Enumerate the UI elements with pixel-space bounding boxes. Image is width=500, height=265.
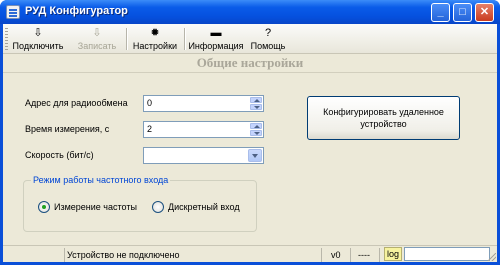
log-label: log <box>384 247 402 261</box>
close-button[interactable]: ✕ <box>475 3 494 22</box>
freq-input-mode-legend: Режим работы частотного входа <box>31 175 171 185</box>
connect-usb-icon: ⇩ <box>33 27 43 39</box>
radio-circle-icon[interactable] <box>152 201 164 213</box>
toolbar: ⇩ Подключить ⇩ Записать ✹ Настройки ▬ Ин… <box>3 24 497 54</box>
client-area: ⇩ Подключить ⇩ Записать ✹ Настройки ▬ Ин… <box>3 24 497 262</box>
minimize-icon: _ <box>437 6 444 18</box>
close-icon: ✕ <box>479 6 490 18</box>
radio-address-spinner[interactable]: 0 <box>143 95 264 112</box>
radio-address-label: Адрес для радиообмена <box>25 98 128 108</box>
write-label: Записать <box>77 41 117 51</box>
maximize-button[interactable]: □ <box>453 3 472 22</box>
minimize-button[interactable]: _ <box>431 3 450 22</box>
settings-label: Настройки <box>132 41 178 51</box>
info-chip-icon: ▬ <box>210 27 222 39</box>
radio-selected-dot-icon <box>42 205 46 209</box>
measure-time-spinner[interactable]: 2 <box>143 121 264 138</box>
status-connection: Устройство не подключено <box>67 248 322 262</box>
info-button[interactable]: ▬ Информация <box>188 26 244 52</box>
info-label: Информация <box>188 41 244 51</box>
status-bar: Устройство не подключено v0 ---- log <box>3 245 497 262</box>
measure-time-value: 2 <box>147 124 153 134</box>
toolbar-separator <box>126 28 127 50</box>
settings-button[interactable]: ✹ Настройки <box>130 26 180 52</box>
radio-frequency-measure-label: Измерение частоты <box>54 202 137 212</box>
app-window: РУД Конфигуратор _ □ ✕ ⇩ Подключить ⇩ За… <box>0 0 500 265</box>
write-icon: ⇩ <box>92 27 102 39</box>
spin-down-icon[interactable] <box>250 104 262 110</box>
status-empty-panel <box>5 248 65 262</box>
chevron-down-icon[interactable] <box>248 149 262 162</box>
status-dashes: ---- <box>358 248 380 262</box>
measure-time-label: Время измерения, с <box>25 124 110 134</box>
radio-discrete-input-label: Дискретный вход <box>168 202 240 212</box>
connect-label: Подключить <box>12 41 64 51</box>
baud-rate-select[interactable] <box>143 147 264 164</box>
baud-rate-label: Скорость (бит/с) <box>25 150 94 160</box>
section-divider <box>3 72 497 73</box>
title-bar[interactable]: РУД Конфигуратор _ □ ✕ <box>0 0 500 24</box>
log-input[interactable] <box>404 247 490 261</box>
radio-address-value: 0 <box>147 98 153 108</box>
app-icon <box>6 5 20 19</box>
section-title: Общие настройки <box>196 55 304 70</box>
help-button[interactable]: ? Помощь <box>248 26 288 52</box>
status-version: v0 <box>331 248 351 262</box>
connect-button[interactable]: ⇩ Подключить <box>11 26 65 52</box>
spin-down-icon[interactable] <box>250 130 262 136</box>
spin-up-icon[interactable] <box>250 97 262 103</box>
configure-remote-label-line1: Конфигурировать удаленное <box>323 107 444 117</box>
toolbar-grip[interactable] <box>5 28 8 50</box>
toolbar-separator <box>184 28 185 50</box>
radio-circle-icon[interactable] <box>38 201 50 213</box>
configure-remote-label-line2: устройство <box>360 119 407 129</box>
write-button[interactable]: ⇩ Записать <box>73 26 121 52</box>
resize-grip-icon[interactable] <box>488 253 496 261</box>
maximize-icon: □ <box>459 6 466 18</box>
settings-gear-icon: ✹ <box>150 27 160 39</box>
window-title: РУД Конфигуратор <box>25 5 128 17</box>
help-icon: ? <box>264 27 272 39</box>
spin-up-icon[interactable] <box>250 123 262 129</box>
configure-remote-button[interactable]: Конфигурировать удаленное устройство <box>307 96 460 140</box>
help-label: Помощь <box>250 41 286 51</box>
